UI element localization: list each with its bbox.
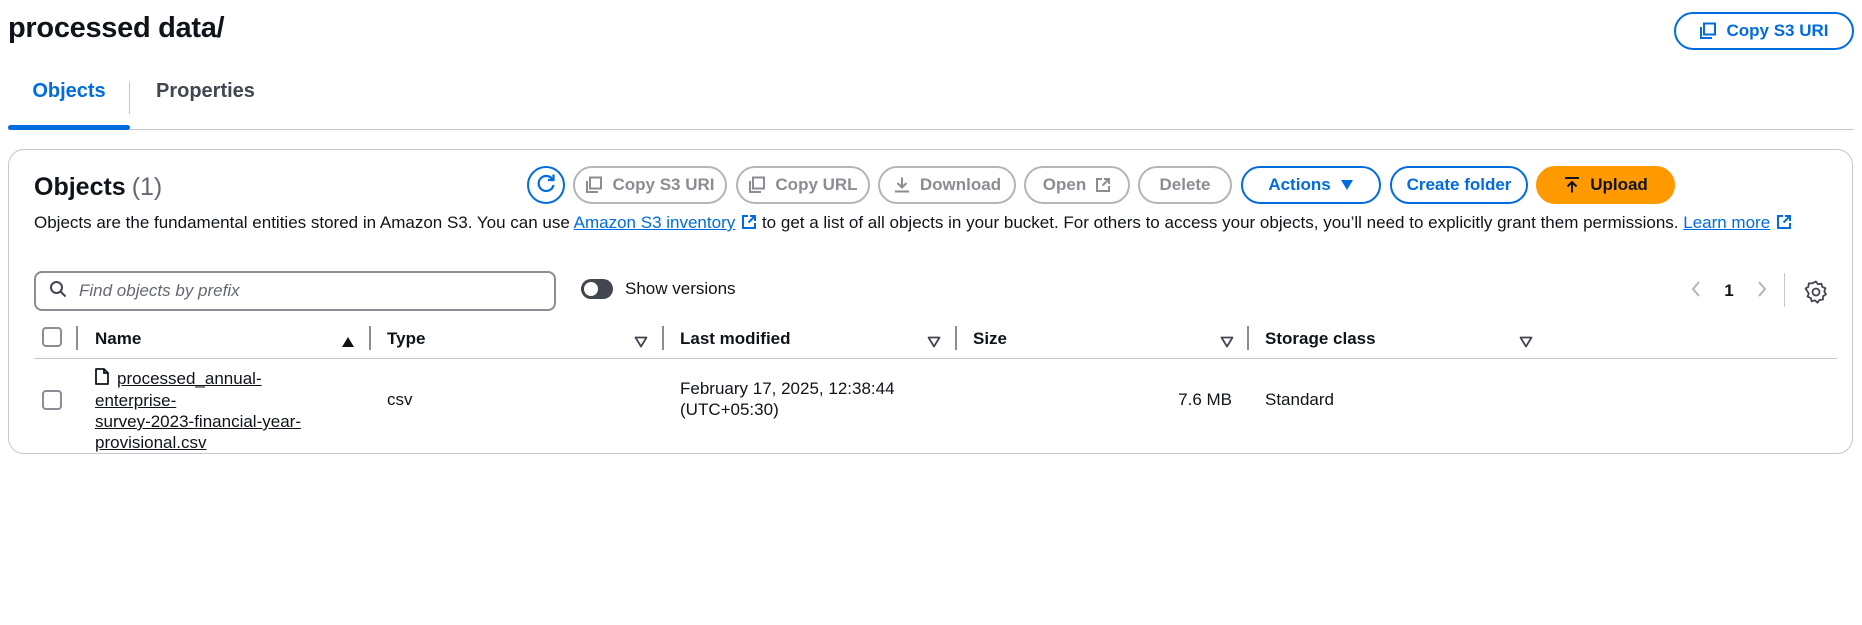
description-text-1: Objects are the fundamental entities sto… [34,213,574,232]
object-last-modified: February 17, 2025, 12:38:44 (UTC+05:30) [680,378,895,420]
delete-button[interactable]: Delete [1138,166,1232,204]
tab-properties[interactable]: Properties [156,80,255,103]
column-divider [369,326,371,350]
external-link-icon [741,212,757,237]
column-header-name[interactable]: Name [95,329,141,349]
copy-url-label: Copy URL [775,175,858,194]
search-box [34,271,556,311]
active-tab-indicator [8,125,130,130]
refresh-button[interactable] [527,166,565,204]
object-type: csv [387,390,413,409]
copy-s3-uri-label: Copy S3 URI [1726,21,1829,40]
copy-s3-uri-toolbar-button[interactable]: Copy S3 URI [573,166,727,204]
open-label: Open [1042,175,1087,194]
objects-count: (1) [131,173,163,201]
sort-icon[interactable] [927,333,941,353]
upload-icon [1563,176,1581,194]
table-settings-button[interactable] [1804,280,1830,306]
show-versions-toggle[interactable] [581,279,613,299]
sort-icon[interactable] [634,333,648,353]
caret-down-icon [1340,179,1354,191]
column-header-storage-class[interactable]: Storage class [1265,329,1376,349]
column-divider [1247,326,1249,350]
file-icon [95,368,109,390]
select-all-checkbox[interactable] [42,327,62,347]
s3-objects-page: processed data/ Copy S3 URI Objects Prop… [0,0,1862,625]
copy-s3-uri-button[interactable]: Copy S3 URI [1674,12,1854,50]
sort-ascending-icon[interactable] [341,333,355,353]
delete-label: Delete [1159,175,1211,194]
column-header-type[interactable]: Type [387,329,425,349]
pagination: 1 [1681,276,1777,306]
copy-icon [748,176,766,194]
copy-icon [585,176,603,194]
chevron-left-icon [1690,280,1702,303]
create-folder-button[interactable]: Create folder [1390,166,1528,204]
object-name-link[interactable]: provisional.csv [95,432,335,453]
table-row: processed_annual-enterprise- survey-2023… [34,360,1837,452]
column-divider [76,326,78,350]
download-label: Download [919,175,1002,194]
open-button[interactable]: Open [1024,166,1130,204]
create-folder-label: Create folder [1406,175,1512,194]
previous-page-button[interactable] [1681,276,1711,306]
objects-panel: Objects (1) Copy S3 URI Copy URL Download [8,149,1853,454]
column-divider [662,326,664,350]
object-name-link[interactable]: survey-2023-financial-year- [95,411,335,432]
external-link-icon [1095,177,1111,193]
gear-icon [1804,280,1828,308]
download-icon [893,176,911,194]
actions-dropdown[interactable]: Actions [1241,166,1381,204]
tab-objects[interactable]: Objects [8,80,130,103]
column-header-last-modified[interactable]: Last modified [680,329,791,349]
description-text-2: to get a list of all objects in your buc… [757,213,1684,232]
last-modified-timezone: (UTC+05:30) [680,400,779,419]
tab-bar: Objects Properties [8,66,1854,130]
objects-title: Objects [34,173,126,201]
last-modified-date: February 17, 2025, 12:38:44 [680,379,895,398]
show-versions: Show versions [581,279,736,299]
copy-icon [1699,22,1717,40]
tab-divider [129,82,130,114]
object-storage-class: Standard [1265,390,1334,409]
copy-s3-uri-toolbar-label: Copy S3 URI [612,175,715,194]
show-versions-label: Show versions [625,279,736,298]
upload-button[interactable]: Upload [1536,166,1675,204]
object-name-line: processed_annual-enterprise- [95,368,335,411]
page-number[interactable]: 1 [1711,281,1747,301]
column-divider [955,326,957,350]
search-icon [49,280,67,303]
sort-icon[interactable] [1220,333,1234,353]
actions-label: Actions [1268,175,1331,194]
sort-icon[interactable] [1519,333,1533,353]
object-size: 7.6 MB [1178,390,1232,409]
chevron-right-icon [1756,280,1768,303]
table-header: Name Type Last modified Size Storage cla… [34,321,1837,359]
row-checkbox[interactable] [42,390,62,410]
download-button[interactable]: Download [878,166,1016,204]
s3-inventory-link[interactable]: Amazon S3 inventory [574,213,736,232]
refresh-icon [535,172,557,199]
objects-description: Objects are the fundamental entities sto… [34,210,1834,237]
object-name-cell: processed_annual-enterprise- survey-2023… [95,368,335,453]
external-link-icon [1776,212,1792,237]
objects-heading: Objects (1) [34,173,162,202]
copy-url-button[interactable]: Copy URL [736,166,870,204]
object-name-link[interactable]: processed_annual-enterprise- [95,369,262,410]
column-header-size[interactable]: Size [973,329,1007,349]
next-page-button[interactable] [1747,276,1777,306]
pager-divider [1784,273,1785,307]
upload-label: Upload [1590,175,1648,194]
page-title: processed data/ [8,12,225,44]
page-header: processed data/ Copy S3 URI [8,10,1854,50]
learn-more-link[interactable]: Learn more [1683,213,1770,232]
toggle-knob [584,282,598,296]
search-input[interactable] [79,281,539,301]
